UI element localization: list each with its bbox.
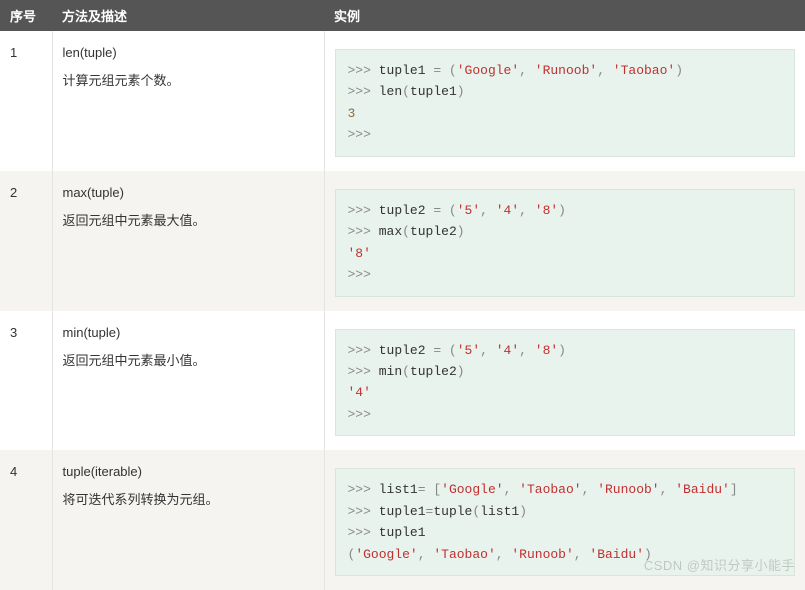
table-row: 2 max(tuple) 返回元组中元素最大值。 >>> tuple2 = ('5',…: [0, 171, 805, 311]
table-header-row: 序号 方法及描述 实例: [0, 0, 805, 31]
code-line: >>> tuple1 = ('Google', 'Runoob', 'Taoba…: [348, 60, 783, 81]
code-block: >>> tuple2 = ('5', '4', '8')>>> max(tupl…: [335, 189, 796, 297]
code-line: '4': [348, 382, 783, 403]
table-row: 3 min(tuple) 返回元组中元素最小值。 >>> tuple2 = ('5',…: [0, 311, 805, 451]
code-line: 3: [348, 103, 783, 124]
row-number: 2: [0, 171, 52, 311]
method-name: len(tuple): [63, 45, 314, 60]
th-example: 实例: [324, 0, 805, 31]
method-cell: len(tuple) 计算元组元素个数。: [52, 31, 324, 171]
code-block: >>> tuple1 = ('Google', 'Runoob', 'Taoba…: [335, 49, 796, 157]
method-cell: tuple(iterable) 将可迭代系列转换为元组。: [52, 450, 324, 590]
table-row: 4 tuple(iterable) 将可迭代系列转换为元组。 >>> list1= […: [0, 450, 805, 590]
example-cell: >>> tuple2 = ('5', '4', '8')>>> max(tupl…: [324, 171, 805, 311]
method-description: 返回元组中元素最大值。: [63, 210, 314, 232]
code-line: >>> tuple2 = ('5', '4', '8'): [348, 340, 783, 361]
code-line: >>> max(tuple2): [348, 221, 783, 242]
example-cell: >>> list1= ['Google', 'Taobao', 'Runoob'…: [324, 450, 805, 590]
code-line: >>> list1= ['Google', 'Taobao', 'Runoob'…: [348, 479, 783, 500]
code-block: >>> tuple2 = ('5', '4', '8')>>> min(tupl…: [335, 329, 796, 437]
th-num: 序号: [0, 0, 52, 31]
method-name: max(tuple): [63, 185, 314, 200]
code-line: >>>: [348, 124, 783, 145]
table-row: 1 len(tuple) 计算元组元素个数。 >>> tuple1 = ('Googl…: [0, 31, 805, 171]
code-line: >>> min(tuple2): [348, 361, 783, 382]
method-name: tuple(iterable): [63, 464, 314, 479]
method-cell: min(tuple) 返回元组中元素最小值。: [52, 311, 324, 451]
code-block: >>> list1= ['Google', 'Taobao', 'Runoob'…: [335, 468, 796, 576]
code-line: >>> tuple2 = ('5', '4', '8'): [348, 200, 783, 221]
row-number: 3: [0, 311, 52, 451]
code-line: >>> len(tuple1): [348, 81, 783, 102]
method-description: 计算元组元素个数。: [63, 70, 314, 92]
example-cell: >>> tuple1 = ('Google', 'Runoob', 'Taoba…: [324, 31, 805, 171]
code-line: >>>: [348, 264, 783, 285]
code-line: ('Google', 'Taobao', 'Runoob', 'Baidu'): [348, 544, 783, 565]
method-description: 返回元组中元素最小值。: [63, 350, 314, 372]
code-line: >>> tuple1=tuple(list1): [348, 501, 783, 522]
code-line: >>>: [348, 404, 783, 425]
tuple-functions-table: 序号 方法及描述 实例 1 len(tuple) 计算元组元素个数。 >>> tupl…: [0, 0, 805, 590]
th-desc: 方法及描述: [52, 0, 324, 31]
method-description: 将可迭代系列转换为元组。: [63, 489, 314, 511]
row-number: 4: [0, 450, 52, 590]
example-cell: >>> tuple2 = ('5', '4', '8')>>> min(tupl…: [324, 311, 805, 451]
method-cell: max(tuple) 返回元组中元素最大值。: [52, 171, 324, 311]
row-number: 1: [0, 31, 52, 171]
method-name: min(tuple): [63, 325, 314, 340]
code-line: >>> tuple1: [348, 522, 783, 543]
code-line: '8': [348, 243, 783, 264]
